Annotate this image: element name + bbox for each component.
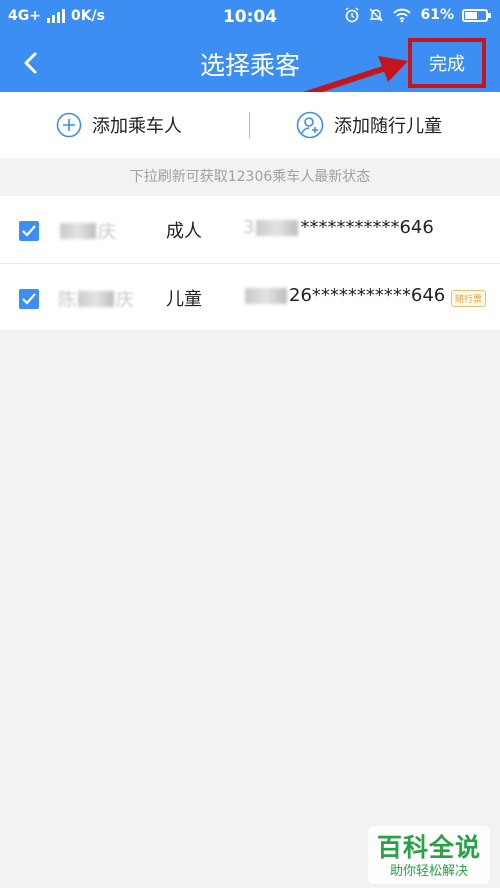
watermark-logo: 百科全说 助你轻松解决 [368,826,490,884]
id-redacted [256,219,299,236]
companion-ticket-badge: 随行票 [450,290,486,307]
refresh-hint: 下拉刷新可获取12306乘车人最新状态 [129,169,371,185]
add-passenger-button[interactable]: 添加乘车人 [56,92,182,158]
passenger-checkbox[interactable] [19,221,39,241]
add-child-icon [296,111,324,139]
id-prefix: 3 [243,217,255,238]
passenger-id: 3 ***********646 [243,217,434,238]
wifi-icon [393,8,412,23]
watermark-main: 百科全说 [376,833,481,862]
name-prefix: 陈 [58,290,76,311]
name-redacted [60,223,96,239]
plus-circle-icon [56,112,82,138]
passenger-type: 成人 [166,221,202,242]
id-redacted [245,287,287,304]
name-suffix: 庆 [116,290,134,311]
name-redacted [78,291,114,307]
name-suffix: 庆 [98,222,116,243]
list-item[interactable]: 陈 庆 儿童 26***********646 随行票 [0,264,500,330]
mute-bell-icon [369,8,384,22]
list-item[interactable]: 庆 成人 3 ***********646 [0,196,500,264]
passenger-type: 儿童 [166,289,202,310]
done-label: 完成 [429,54,465,75]
status-right: 61% [344,7,491,23]
passenger-id: 26***********646 [243,285,445,306]
id-suffix: ***********646 [300,217,434,238]
done-button[interactable]: 完成 [408,38,486,88]
alarm-icon [345,7,359,23]
passenger-name: 庆 [58,218,116,244]
passenger-checkbox[interactable] [19,289,39,309]
passenger-name: 陈 庆 [58,286,134,312]
status-bar: 4G+ 0K/s 10:04 61% [0,0,500,34]
add-passenger-label: 添加乘车人 [92,116,182,137]
add-child-button[interactable]: 添加随行儿童 [296,92,442,158]
nav-bar: 选择乘客 完成 [0,34,500,92]
add-actions-bar: 添加乘车人 添加随行儿童 [0,92,500,158]
divider [249,112,250,138]
passenger-list: 庆 成人 3 ***********646 陈 庆 儿童 26*********… [0,196,500,330]
watermark-sub: 助你轻松解决 [389,864,468,879]
battery-icon [462,8,491,22]
battery-percent: 61% [420,7,454,23]
id-suffix: 26***********646 [289,285,446,306]
add-child-label: 添加随行儿童 [334,116,442,137]
check-icon [22,225,36,237]
check-icon [22,293,36,305]
